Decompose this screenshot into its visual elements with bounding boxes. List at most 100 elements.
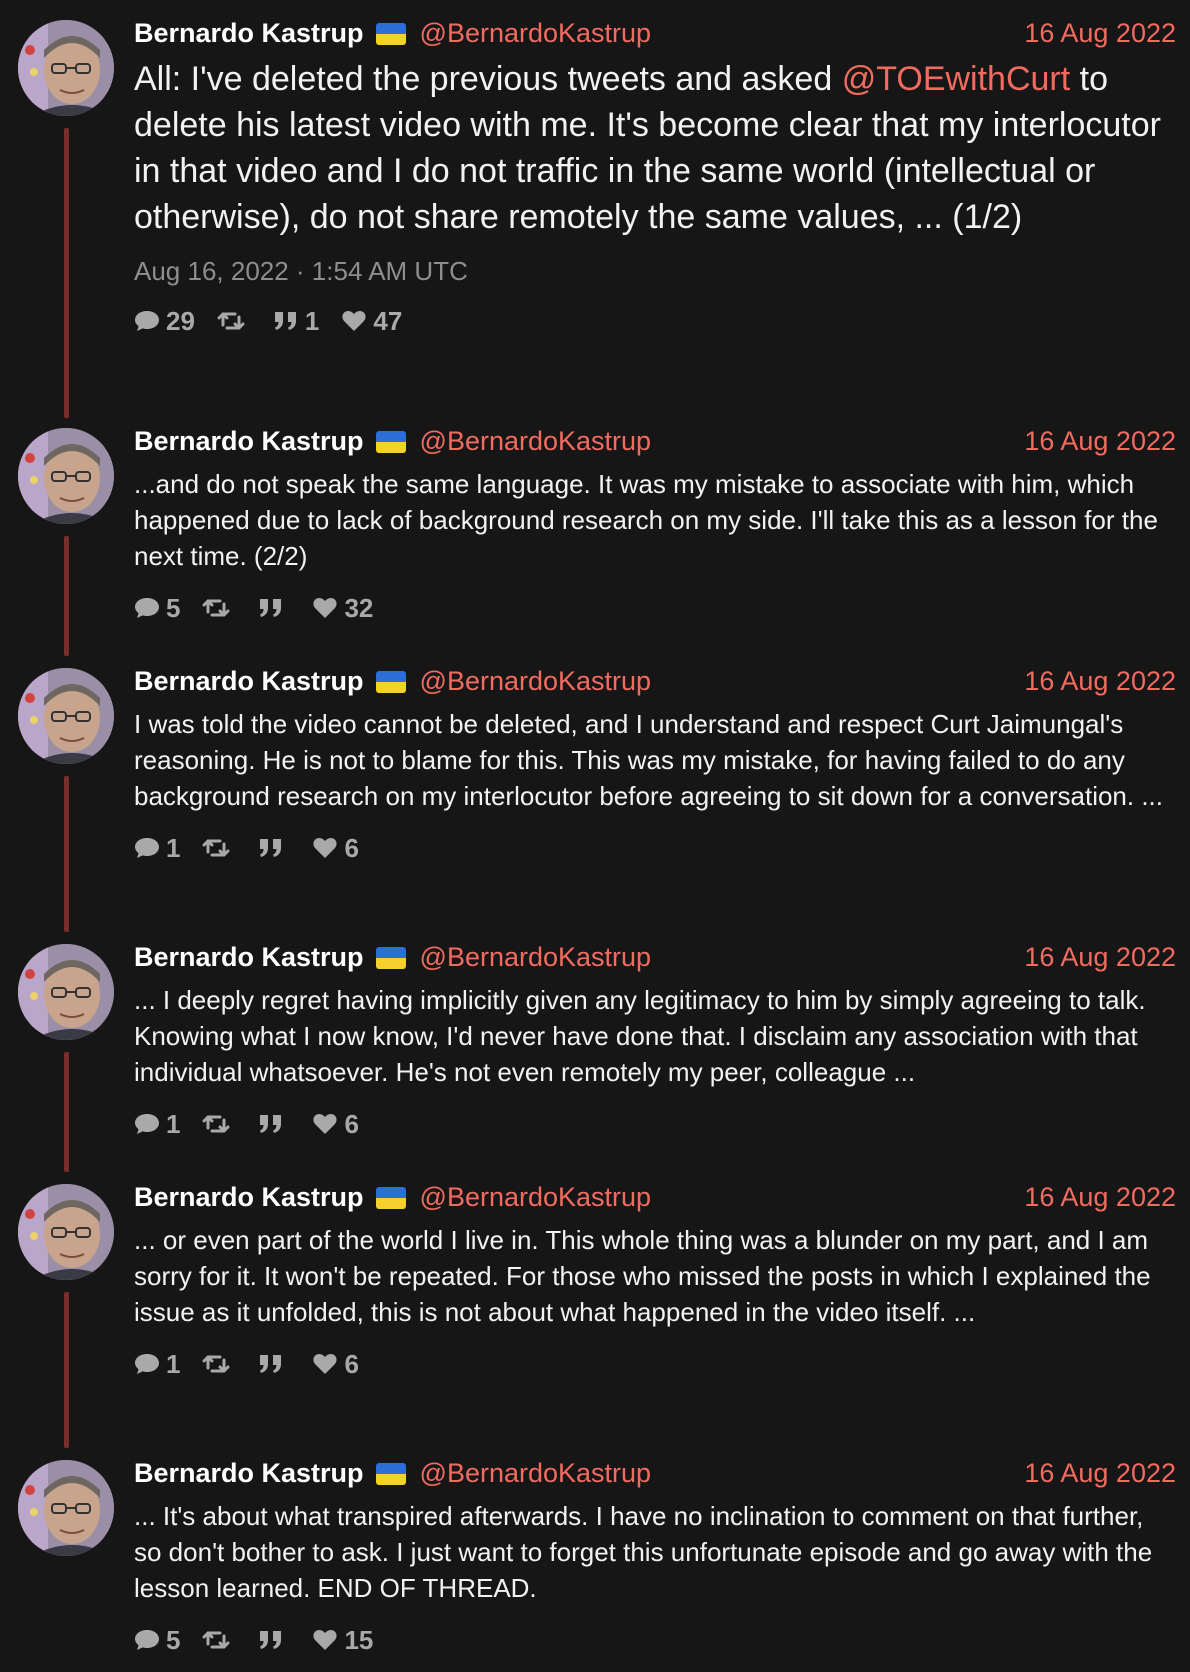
tweet-date[interactable]: 16 Aug 2022 bbox=[1024, 666, 1176, 697]
reply-button[interactable]: 1 bbox=[134, 1349, 180, 1380]
avatar[interactable] bbox=[18, 1460, 114, 1556]
thread-connector-line bbox=[64, 1292, 69, 1448]
heart-icon bbox=[312, 836, 344, 860]
heart-icon bbox=[312, 1352, 344, 1376]
thread-connector-line bbox=[64, 1052, 69, 1172]
tweet-content: Bernardo Kastrup @BernardoKastrup 16 Aug… bbox=[134, 662, 1176, 868]
quote-button[interactable] bbox=[258, 1353, 290, 1375]
tweet-stats: 16 bbox=[134, 828, 1176, 868]
retweet-button[interactable] bbox=[202, 837, 236, 859]
quote-icon bbox=[258, 1353, 290, 1375]
tweet-content: Bernardo Kastrup @BernardoKastrup 16 Aug… bbox=[134, 1454, 1176, 1660]
comment-icon bbox=[134, 836, 166, 860]
author-name[interactable]: Bernardo Kastrup bbox=[134, 942, 364, 973]
retweet-icon bbox=[217, 310, 251, 332]
comment-icon bbox=[134, 1112, 166, 1136]
tweet-date[interactable]: 16 Aug 2022 bbox=[1024, 1182, 1176, 1213]
retweet-button[interactable] bbox=[202, 1629, 236, 1651]
quote-button[interactable] bbox=[258, 1629, 290, 1651]
retweet-button[interactable] bbox=[202, 1353, 236, 1375]
tweet-stats: 16 bbox=[134, 1104, 1176, 1144]
tweet-timestamp[interactable]: Aug 16, 2022 · 1:54 AM UTC bbox=[134, 256, 1176, 287]
tweet-date[interactable]: 16 Aug 2022 bbox=[1024, 942, 1176, 973]
avatar[interactable] bbox=[18, 428, 114, 524]
avatar[interactable] bbox=[18, 20, 114, 116]
thread-connector-line bbox=[64, 536, 69, 656]
ukraine-flag-icon bbox=[375, 947, 406, 969]
mention-link[interactable]: @TOEwithCurt bbox=[842, 60, 1071, 98]
thread-connector-line bbox=[64, 128, 69, 418]
like-button[interactable]: 6 bbox=[312, 1109, 359, 1140]
ukraine-flag-icon bbox=[375, 23, 406, 45]
reply-button[interactable]: 29 bbox=[134, 306, 195, 337]
like-count: 47 bbox=[373, 305, 403, 336]
heart-icon bbox=[312, 1112, 344, 1136]
like-button[interactable]: 6 bbox=[312, 832, 359, 864]
author-handle[interactable]: @BernardoKastrup bbox=[420, 942, 652, 973]
ukraine-flag-icon bbox=[375, 1187, 406, 1209]
tweet: Bernardo Kastrup @BernardoKastrup 16 Aug… bbox=[0, 408, 1190, 656]
comment-icon bbox=[134, 1628, 166, 1652]
like-button[interactable]: 15 bbox=[312, 1625, 373, 1656]
avatar[interactable] bbox=[18, 1184, 114, 1280]
reply-button[interactable]: 5 bbox=[134, 1625, 180, 1656]
like-button[interactable]: 47 bbox=[341, 306, 402, 337]
reply-count: 5 bbox=[166, 1624, 181, 1655]
quote-icon bbox=[273, 310, 305, 332]
heart-icon bbox=[312, 596, 344, 620]
reply-button[interactable]: 1 bbox=[134, 1109, 180, 1140]
author-name[interactable]: Bernardo Kastrup bbox=[134, 666, 364, 697]
retweet-button[interactable] bbox=[217, 310, 251, 332]
like-count: 6 bbox=[344, 1348, 359, 1379]
tweet: Bernardo Kastrup @BernardoKastrup 16 Aug… bbox=[0, 0, 1190, 418]
author-handle[interactable]: @BernardoKastrup bbox=[420, 1182, 652, 1213]
like-button[interactable]: 32 bbox=[312, 593, 373, 624]
tweet-stats: 29 1 47 bbox=[134, 301, 1176, 341]
retweet-icon bbox=[202, 1629, 236, 1651]
retweet-icon bbox=[202, 1113, 236, 1135]
quote-button[interactable] bbox=[258, 1113, 290, 1135]
comment-icon bbox=[134, 1352, 166, 1376]
tweet-header: Bernardo Kastrup @BernardoKastrup 16 Aug… bbox=[134, 938, 1176, 976]
avatar[interactable] bbox=[18, 668, 114, 764]
reply-button[interactable]: 1 bbox=[134, 833, 180, 864]
like-count: 6 bbox=[344, 832, 359, 863]
author-handle[interactable]: @BernardoKastrup bbox=[420, 666, 652, 697]
quote-icon bbox=[258, 1113, 290, 1135]
reply-count: 5 bbox=[166, 592, 181, 623]
tweet: Bernardo Kastrup @BernardoKastrup 16 Aug… bbox=[0, 1440, 1190, 1672]
author-name[interactable]: Bernardo Kastrup bbox=[134, 426, 364, 457]
tweet-date[interactable]: 16 Aug 2022 bbox=[1024, 18, 1176, 49]
tweet-header: Bernardo Kastrup @BernardoKastrup 16 Aug… bbox=[134, 662, 1176, 700]
tweet-header: Bernardo Kastrup @BernardoKastrup 16 Aug… bbox=[134, 14, 1176, 52]
quote-button[interactable] bbox=[258, 837, 290, 859]
tweet-text: ...and do not speak the same language. I… bbox=[134, 469, 1158, 571]
quote-count: 1 bbox=[304, 305, 320, 336]
author-name[interactable]: Bernardo Kastrup bbox=[134, 18, 364, 49]
tweet-text: ... or even part of the world I live in.… bbox=[134, 1225, 1151, 1327]
tweet-header: Bernardo Kastrup @BernardoKastrup 16 Aug… bbox=[134, 422, 1176, 460]
quote-button[interactable]: 1 bbox=[273, 306, 319, 337]
tweet-date[interactable]: 16 Aug 2022 bbox=[1024, 426, 1176, 457]
tweet-date[interactable]: 16 Aug 2022 bbox=[1024, 1458, 1176, 1489]
retweet-button[interactable] bbox=[202, 1113, 236, 1135]
ukraine-flag-icon bbox=[375, 671, 406, 693]
retweet-button[interactable] bbox=[202, 597, 236, 619]
tweet-content: Bernardo Kastrup @BernardoKastrup 16 Aug… bbox=[134, 938, 1176, 1144]
author-handle[interactable]: @BernardoKastrup bbox=[420, 1458, 652, 1489]
reply-count: 1 bbox=[166, 1108, 181, 1139]
like-count: 32 bbox=[344, 592, 374, 623]
tweet-content: Bernardo Kastrup @BernardoKastrup 16 Aug… bbox=[134, 422, 1176, 628]
reply-button[interactable]: 5 bbox=[134, 593, 180, 624]
tweet-text: I was told the video cannot be deleted, … bbox=[134, 709, 1164, 811]
reply-count: 1 bbox=[166, 832, 181, 863]
like-button[interactable]: 6 bbox=[312, 1348, 359, 1380]
author-name[interactable]: Bernardo Kastrup bbox=[134, 1458, 364, 1489]
tweet: Bernardo Kastrup @BernardoKastrup 16 Aug… bbox=[0, 648, 1190, 932]
author-handle[interactable]: @BernardoKastrup bbox=[420, 426, 652, 457]
quote-button[interactable] bbox=[258, 597, 290, 619]
author-name[interactable]: Bernardo Kastrup bbox=[134, 1182, 364, 1213]
tweet-text: All: I've deleted the previous tweets an… bbox=[134, 56, 1176, 240]
author-handle[interactable]: @BernardoKastrup bbox=[420, 18, 652, 49]
avatar[interactable] bbox=[18, 944, 114, 1040]
